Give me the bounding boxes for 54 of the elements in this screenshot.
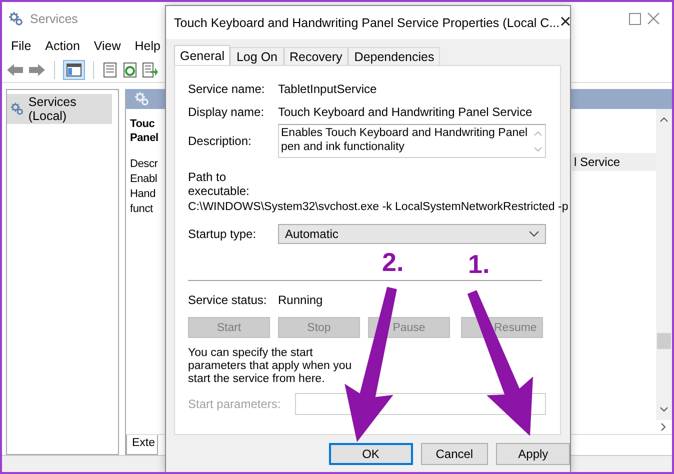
export-icon[interactable] xyxy=(142,62,158,78)
hint-text: You can specify the start parameters that apply when you start the service from here. xyxy=(188,347,353,386)
field-value: TabletInputService xyxy=(278,82,377,96)
back-arrow-icon[interactable] xyxy=(6,62,24,78)
forward-arrow-icon[interactable] xyxy=(28,62,46,78)
gear-icon xyxy=(134,91,150,107)
step-label: 1. xyxy=(468,250,490,278)
service-title: Panel xyxy=(130,131,160,145)
description-text: Enables Touch Keyboard and Handwriting Panel pen and ink functionality xyxy=(281,126,529,155)
description-text: funct xyxy=(130,202,154,217)
field-label: Description: xyxy=(188,134,252,148)
tree-item[interactable]: Services (Local) xyxy=(7,94,112,124)
properties-icon[interactable] xyxy=(102,62,118,78)
field-label: Display name: xyxy=(188,105,266,119)
close-button[interactable]: × xyxy=(560,11,572,34)
close-icon[interactable] xyxy=(647,12,660,25)
panel-view-icon[interactable] xyxy=(63,60,85,80)
view-tab[interactable]: Exte xyxy=(126,435,158,455)
field-value: Touch Keyboard and Handwriting Panel Service xyxy=(278,105,532,119)
refresh-icon[interactable] xyxy=(122,62,138,78)
status-value: Running xyxy=(278,293,323,307)
path-text: C:\WINDOWS\System32\svchost.exe -k LocalSystemNetworkRestricted -p xyxy=(188,201,568,213)
field-label: Start parameters: xyxy=(188,397,282,411)
menu-item[interactable]: File xyxy=(4,39,38,53)
scroll-thumb[interactable] xyxy=(657,333,671,349)
service-row[interactable]: l Service xyxy=(572,153,656,171)
field-label: Startup type: xyxy=(188,227,258,241)
field-label: Service status: xyxy=(188,293,268,307)
description-text: Hand xyxy=(130,187,156,202)
service-title: Touc xyxy=(130,117,156,131)
tab[interactable]: Log On xyxy=(230,47,284,65)
tab[interactable]: Dependencies xyxy=(348,47,440,65)
startup-type-dropdown[interactable]: Automatic xyxy=(278,224,546,244)
field-label: Path to executable: xyxy=(188,170,250,198)
menu-item[interactable]: Action xyxy=(38,39,87,53)
dialog-button[interactable]: OK xyxy=(329,443,413,465)
description-text: Descr xyxy=(130,157,159,172)
scrollbar[interactable] xyxy=(656,109,672,420)
tab[interactable]: Recovery xyxy=(284,47,348,65)
menu-item[interactable]: Help xyxy=(128,39,168,53)
maximize-icon[interactable] xyxy=(629,12,641,24)
gear-icon xyxy=(8,10,24,26)
step-label: 2. xyxy=(382,248,404,276)
window-title: Services xyxy=(30,12,78,26)
field-label: Service name: xyxy=(188,82,266,96)
dialog-button[interactable]: Apply xyxy=(496,443,570,465)
dialog-button[interactable]: Cancel xyxy=(420,443,488,465)
gear-icon xyxy=(10,101,24,117)
dialog-title: Touch Keyboard and Handwriting Panel Service Properties (Local C... xyxy=(174,16,560,30)
tab[interactable]: General xyxy=(174,45,230,65)
chevron-down-icon xyxy=(529,231,539,237)
tree-item-label: Services (Local) xyxy=(28,95,78,123)
description-text: Enabl xyxy=(130,172,158,187)
menu-item[interactable]: View xyxy=(86,39,128,53)
